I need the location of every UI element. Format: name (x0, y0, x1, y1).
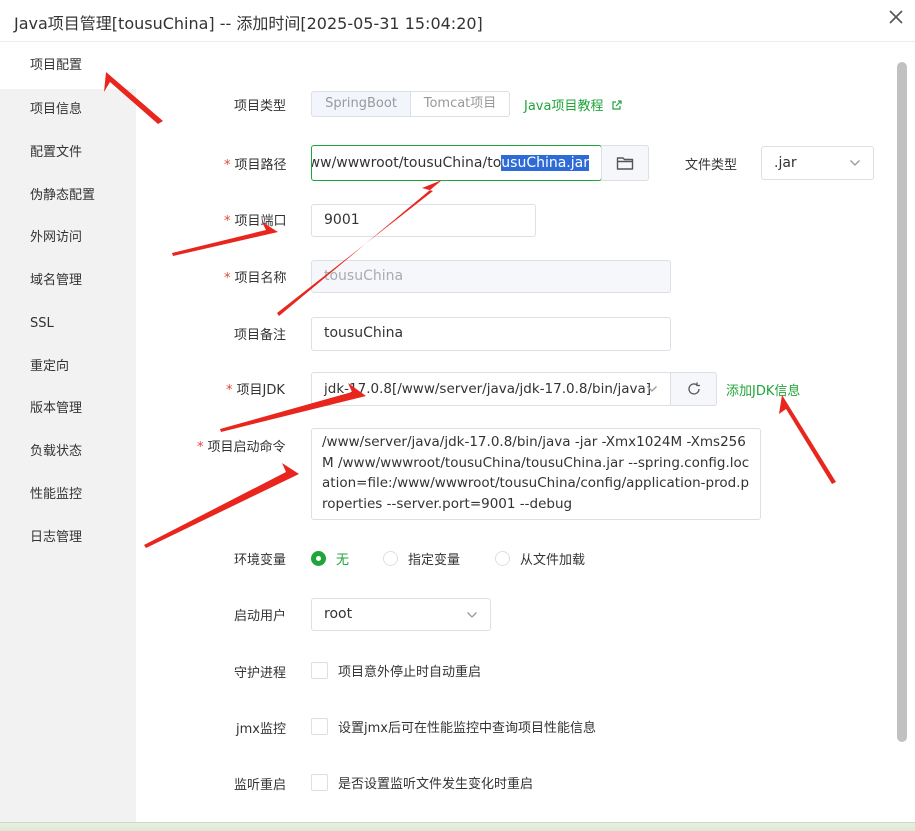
project-port-input[interactable]: 9001 (311, 204, 536, 237)
sidebar-item-versions[interactable]: 版本管理 (0, 387, 136, 430)
project-type-label: 项目类型 (234, 99, 287, 114)
required-mark: * (226, 383, 233, 398)
project-name-label: * 项目名称 (224, 267, 287, 286)
jmx-checkbox[interactable]: 设置jmx后可在性能监控中查询项目性能信息 (311, 717, 596, 736)
watch-restart-label: 监听重启 (234, 778, 287, 793)
project-note-label: 项目备注 (234, 328, 287, 343)
project-port-label: * 项目端口 (224, 210, 287, 229)
sidebar-item-config-file[interactable]: 配置文件 (0, 131, 136, 174)
project-path-value: /www/wwwroot/tousuChina/to (311, 155, 502, 171)
sidebar-item-ssl[interactable]: SSL (0, 302, 136, 345)
required-mark: * (224, 271, 231, 286)
checkbox-box (311, 718, 328, 735)
java-tutorial-link-text: Java项目教程 (524, 99, 604, 114)
project-port-label-text: 项目端口 (234, 214, 287, 229)
scrollbar[interactable] (897, 62, 907, 742)
project-note-input[interactable]: tousuChina (311, 317, 671, 351)
project-path-label: * 项目路径 (224, 154, 287, 173)
sidebar-item-project-info[interactable]: 项目信息 (0, 88, 136, 131)
sidebar-item-external-access[interactable]: 外网访问 (0, 216, 136, 259)
project-name-input: tousuChina (311, 260, 671, 293)
sidebar-item-logs[interactable]: 日志管理 (0, 516, 136, 559)
daemon-text: 项目意外停止时自动重启 (338, 665, 482, 680)
start-command-label: * 项目启动命令 (197, 436, 286, 455)
daemon-label: 守护进程 (234, 666, 287, 681)
watch-restart-checkbox[interactable]: 是否设置监听文件发生变化时重启 (311, 773, 533, 792)
chevron-down-icon (647, 386, 657, 392)
project-path-selected-text: usuChina.jar (501, 155, 589, 171)
sidebar-item-redirect[interactable]: 重定向 (0, 345, 136, 388)
java-tutorial-link[interactable]: Java项目教程 (524, 95, 623, 114)
run-user-value: root (324, 606, 353, 622)
chevron-down-icon (467, 611, 477, 618)
project-path-input[interactable]: /www/wwwroot/tousuChina/tousuChina.jar (311, 145, 602, 181)
browse-folder-button[interactable] (601, 145, 649, 181)
start-command-label-text: 项目启动命令 (207, 440, 286, 455)
file-type-select[interactable]: .jar (761, 146, 874, 180)
external-link-icon (612, 100, 622, 110)
env-specify-label: 指定变量 (408, 553, 461, 568)
env-specify-radio[interactable]: 指定变量 (383, 549, 460, 568)
sidebar: 项目配置 项目信息 配置文件 伪静态配置 外网访问 域名管理 SSL 重定向 版… (0, 43, 136, 831)
project-jdk-select[interactable]: jdk-17.0.8[/www/server/java/jdk-17.0.8/b… (311, 372, 671, 406)
radio-dot (383, 551, 398, 566)
daemon-checkbox[interactable]: 项目意外停止时自动重启 (311, 661, 481, 680)
start-command-textarea[interactable]: /www/server/java/jdk-17.0.8/bin/java -ja… (311, 428, 761, 520)
radio-dot (311, 551, 326, 566)
project-path-label-text: 项目路径 (234, 158, 287, 173)
run-user-select[interactable]: root (311, 598, 491, 631)
type-tomcat-button[interactable]: Tomcat项目 (410, 91, 510, 117)
env-none-label: 无 (336, 553, 350, 568)
add-jdk-link[interactable]: 添加JDK信息 (726, 380, 800, 399)
refresh-jdk-button[interactable] (670, 372, 717, 406)
jmx-label: jmx监控 (236, 722, 286, 737)
refresh-icon (687, 382, 700, 395)
window-bottom-edge (0, 822, 915, 831)
file-type-value: .jar (774, 155, 797, 171)
config-form: 项目类型 SpringBoot Tomcat项目 Java项目教程 * 项目路径 … (136, 43, 896, 823)
env-from-file-label: 从文件加载 (520, 553, 586, 568)
folder-icon (616, 157, 634, 170)
sidebar-item-project-config[interactable]: 项目配置 (0, 43, 136, 89)
env-from-file-radio[interactable]: 从文件加载 (495, 549, 585, 568)
radio-dot (495, 551, 510, 566)
dialog-titlebar: Java项目管理[tousuChina] -- 添加时间[2025-05-31 … (0, 0, 915, 42)
watch-restart-text: 是否设置监听文件发生变化时重启 (338, 777, 534, 792)
required-mark: * (197, 440, 204, 455)
checkbox-box (311, 774, 328, 791)
required-mark: * (224, 214, 231, 229)
sidebar-item-performance[interactable]: 性能监控 (0, 473, 136, 516)
close-icon[interactable] (885, 6, 907, 28)
project-name-label-text: 项目名称 (234, 271, 287, 286)
project-jdk-label: * 项目JDK (226, 379, 285, 398)
dialog-title: Java项目管理[tousuChina] -- 添加时间[2025-05-31 … (14, 14, 483, 33)
project-jdk-value: jdk-17.0.8[/www/server/java/jdk-17.0.8/b… (324, 381, 652, 397)
required-mark: * (224, 158, 231, 173)
chevron-down-icon (850, 160, 860, 166)
checkbox-box (311, 662, 328, 679)
sidebar-item-rewrite[interactable]: 伪静态配置 (0, 174, 136, 217)
run-user-label: 启动用户 (234, 609, 287, 624)
sidebar-item-load-status[interactable]: 负载状态 (0, 430, 136, 473)
project-jdk-label-text: 项目JDK (236, 383, 285, 398)
sidebar-item-domains[interactable]: 域名管理 (0, 259, 136, 302)
file-type-label: 文件类型 (685, 158, 738, 173)
env-vars-label: 环境变量 (234, 553, 287, 568)
type-springboot-button[interactable]: SpringBoot (311, 91, 411, 117)
env-none-radio[interactable]: 无 (311, 549, 349, 568)
jmx-text: 设置jmx后可在性能监控中查询项目性能信息 (338, 721, 596, 736)
